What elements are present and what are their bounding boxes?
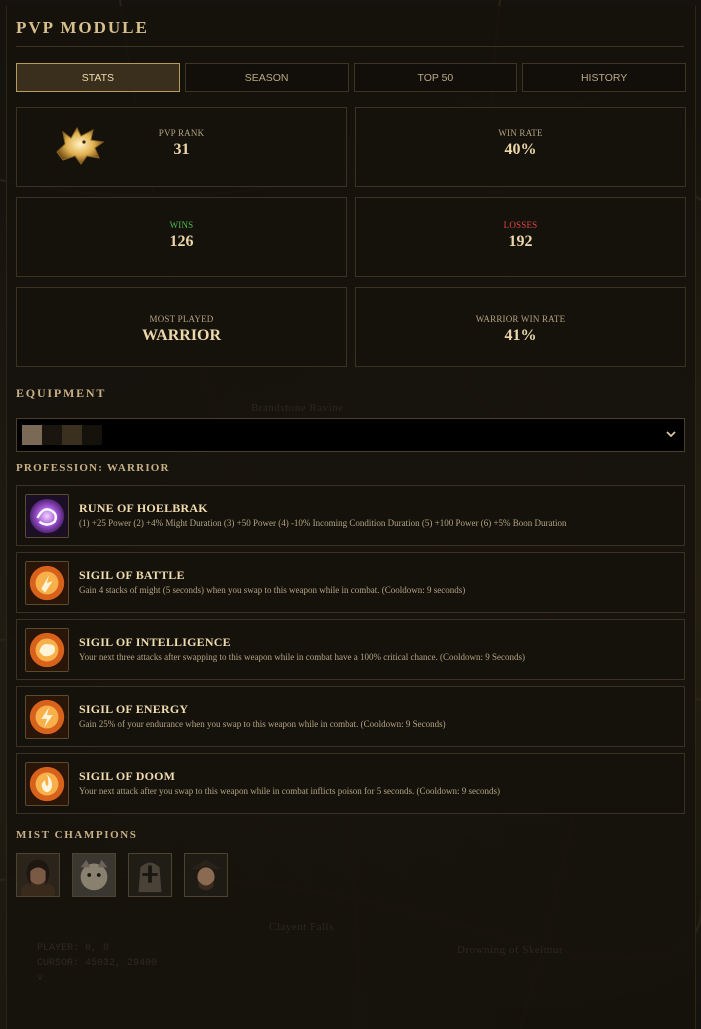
pvp-rank-card: PVP RANK 31	[16, 107, 347, 187]
equipment-swatch	[62, 425, 82, 445]
most-played-value: WARRIOR	[141, 327, 222, 344]
debug-extra: v	[37, 973, 44, 984]
page-title: PVP MODULE	[16, 18, 149, 37]
equipment-swatch	[42, 425, 62, 445]
tab-season[interactable]: SEASON	[184, 63, 349, 92]
tab-history[interactable]: HISTORY	[522, 63, 686, 92]
debug-player: PLAYER: 0, 0	[37, 943, 110, 954]
upgrade-name: SIGIL OF DOOM	[79, 769, 176, 783]
upgrade-item-sigil-energy: SIGIL OF ENERGY Gain 25% of your enduran…	[16, 686, 685, 747]
sigil-icon	[25, 762, 69, 806]
chevron-down-icon[interactable]	[664, 427, 678, 441]
tab-bar: STATS SEASON TOP 50 HISTORY	[16, 63, 686, 92]
class-win-rate-label: WARRIOR WIN RATE	[475, 314, 566, 324]
debug-cursor: CURSOR: 45032, 29400	[37, 958, 158, 969]
wins-card: WINS 126	[16, 197, 347, 277]
tab-top-50[interactable]: TOP 50	[353, 63, 518, 92]
win-rate-card: WIN RATE 40%	[355, 107, 686, 187]
class-win-rate-value: 41%	[504, 327, 537, 344]
map-label-bottom-left: Clayent Falls	[269, 921, 334, 933]
win-rate-value: 40%	[504, 141, 537, 158]
equipment-swatch	[22, 425, 42, 445]
champion-portrait-1[interactable]	[16, 853, 60, 897]
upgrade-item-rune: RUNE OF HOELBRAK (1) +25 Power (2) +4% M…	[16, 485, 685, 546]
losses-label: LOSSES	[503, 220, 538, 230]
losses-card: LOSSES 192	[355, 197, 686, 277]
upgrade-description: (1) +25 Power (2) +4% Might Duration (3)…	[79, 518, 567, 528]
upgrade-description: Gain 25% of your endurance when you swap…	[79, 719, 446, 729]
map-label-top: Brandstone Ravine	[251, 402, 344, 414]
sigil-icon	[25, 628, 69, 672]
equipment-select[interactable]	[16, 418, 685, 452]
champion-portrait-3[interactable]	[128, 853, 172, 897]
win-rate-label: WIN RATE	[498, 128, 543, 138]
upgrade-name: SIGIL OF ENERGY	[79, 702, 189, 716]
equipment-swatch	[82, 425, 102, 445]
most-played-label: MOST PLAYED	[149, 314, 214, 324]
most-played-card: MOST PLAYED WARRIOR	[16, 287, 347, 367]
upgrade-description: Your next three attacks after swapping t…	[79, 652, 525, 662]
wins-value: 126	[169, 233, 194, 250]
wolf-emblem-icon	[56, 126, 105, 165]
upgrade-item-sigil-intelligence: SIGIL OF INTELLIGENCE Your next three at…	[16, 619, 685, 680]
upgrade-name: SIGIL OF BATTLE	[79, 568, 185, 582]
champion-portrait-2[interactable]	[72, 853, 116, 897]
sigil-icon	[25, 695, 69, 739]
upgrade-item-sigil-doom: SIGIL OF DOOM Your next attack after you…	[16, 753, 685, 814]
map-label-bottom-right: Drowning of Skelmur	[457, 944, 564, 956]
rune-icon	[25, 494, 69, 538]
upgrade-name: RUNE OF HOELBRAK	[79, 501, 208, 515]
debug-overlay: PLAYER: 0, 0 CURSOR: 45032, 29400 v	[19, 931, 189, 1011]
sigil-icon	[25, 561, 69, 605]
tab-stats[interactable]: STATS	[16, 63, 180, 92]
upgrade-description: Your next attack after you swap to this …	[79, 786, 501, 796]
wins-label: WINS	[169, 220, 194, 230]
pvp-panel: PVP MODULE STATS SEASON TOP 50 HISTORY P…	[6, 6, 696, 1029]
upgrade-item-sigil-battle: SIGIL OF BATTLE Gain 4 stacks of might (…	[16, 552, 685, 613]
losses-value: 192	[508, 233, 533, 250]
class-win-rate-card: WARRIOR WIN RATE 41%	[355, 287, 686, 367]
title-divider	[16, 46, 684, 47]
champion-portrait-4[interactable]	[184, 853, 228, 897]
profession-heading: PROFESSION: WARRIOR	[16, 462, 170, 474]
champions-heading: MIST CHAMPIONS	[16, 829, 138, 841]
equipment-heading: EQUIPMENT	[16, 386, 107, 400]
upgrade-description: Gain 4 stacks of might (5 seconds) when …	[79, 585, 466, 595]
upgrade-name: SIGIL OF INTELLIGENCE	[79, 635, 231, 649]
